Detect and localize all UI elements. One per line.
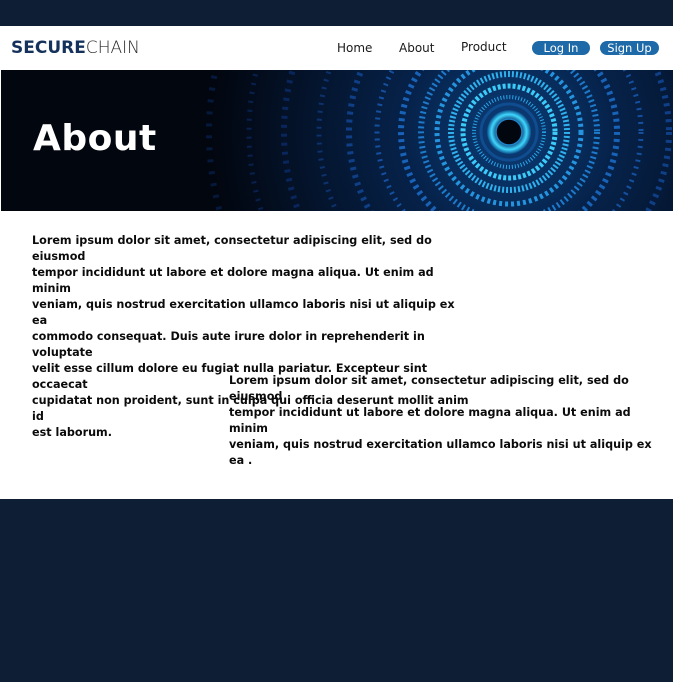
nav-about-link[interactable]: About [399,41,434,55]
logo[interactable]: SECURECHAIN [11,38,140,58]
page-title: About [33,118,157,159]
navbar: SECURECHAIN Home About Product Log In Si… [0,26,673,70]
nav-home-link[interactable]: Home [337,41,372,55]
login-button[interactable]: Log In [532,41,590,55]
hero-banner: About [1,70,673,211]
logo-secure: SECURE [11,38,86,58]
secondary-paragraph: Lorem ipsum dolor sit amet, consectetur … [229,374,652,467]
nav-product-link[interactable]: Product [461,40,507,54]
signup-button[interactable]: Sign Up [600,41,659,55]
top-strip [0,0,673,26]
logo-chain: CHAIN [85,38,140,58]
footer [0,499,673,682]
